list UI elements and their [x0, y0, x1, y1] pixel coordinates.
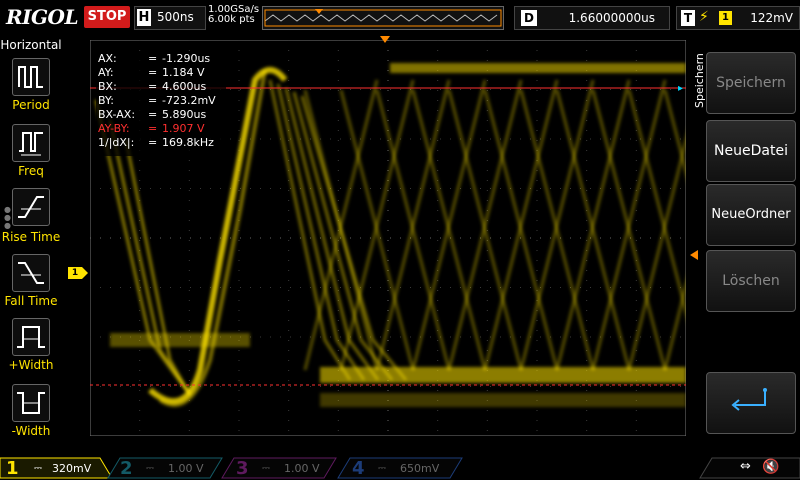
rigol-logo: RIGOL — [6, 5, 79, 29]
trigger-position-marker[interactable] — [380, 36, 390, 43]
channel3-number: 3 — [236, 458, 249, 479]
cursor-by-row: BY: = -723.2mV — [98, 94, 216, 107]
cursor-ax-row: AX: = -1.290us — [98, 52, 211, 65]
trigger-source: 1 — [719, 11, 732, 25]
channel3-coupling-icon: ⎓ — [262, 463, 270, 474]
channel4-scale: 650mV — [400, 462, 440, 475]
cursor-ay-row: AY: = 1.184 V — [98, 66, 205, 79]
run-stop-indicator[interactable]: STOP — [84, 6, 130, 28]
channel4-coupling-icon: ⎓ — [378, 463, 386, 474]
speaker-muted-icon[interactable]: 🔇 — [762, 459, 779, 475]
channel2-number: 2 — [120, 458, 133, 479]
menu-rise-time[interactable]: Rise Time — [0, 230, 62, 244]
menu-freq[interactable]: Freq — [0, 164, 62, 178]
negative-width-icon[interactable] — [12, 384, 50, 422]
channel1-tab[interactable]: 1 ⎓ 320mV — [0, 458, 112, 480]
menu-period[interactable]: Period — [0, 98, 62, 112]
memory-overview[interactable] — [262, 6, 504, 30]
new-file-button[interactable]: NeueDatei — [706, 120, 796, 182]
cursor-bx-row: BX: = 4.600us — [98, 80, 207, 93]
timebase-value: 500ns — [157, 10, 194, 24]
return-arrow-icon — [731, 388, 767, 411]
delete-button[interactable]: Löschen — [706, 250, 796, 312]
new-folder-button[interactable]: NeueOrdner — [706, 184, 796, 246]
menu-positive-width[interactable]: +Width — [0, 358, 62, 372]
right-menu-title: Speichern — [693, 42, 707, 122]
left-menu-title: Horizontal — [0, 38, 62, 52]
channel4-number: 4 — [352, 458, 365, 479]
menu-fall-time[interactable]: Fall Time — [0, 294, 62, 308]
channel1-number: 1 — [6, 458, 19, 479]
trigger-level-marker[interactable] — [690, 250, 698, 260]
trigger-label: T — [681, 10, 695, 26]
trigger-level: 122mV — [750, 11, 793, 25]
cursor-dy-row: AY-BY: = 1.907 V — [98, 122, 205, 135]
timebase-label: H — [137, 9, 151, 26]
memory-depth: 6.00k pts — [208, 14, 255, 25]
channel1-offset-marker[interactable]: 1 — [68, 267, 88, 279]
channel2-tab[interactable]: 2 ⎓ 1.00 V — [116, 458, 216, 480]
rising-edge-icon: ⚡ — [699, 9, 709, 25]
cursor-marker-icon: ▸ — [678, 83, 684, 94]
cursor-freq-row: 1/|dX|: = 169.8kHz — [98, 136, 214, 149]
delay-label: D — [521, 10, 537, 26]
menu-negative-width[interactable]: -Width — [0, 424, 62, 438]
delay-value: 1.66000000us — [568, 11, 655, 25]
rise-time-icon[interactable] — [12, 188, 50, 226]
channel1-coupling-icon: ⎓ — [34, 463, 42, 474]
period-icon[interactable] — [12, 58, 50, 96]
cursor-readout: AX: = -1.290us AY: = 1.184 V BX: = 4.600us BY:… — [96, 52, 226, 156]
acquisition-info: 1.00GSa/s 6.00k pts — [208, 5, 259, 25]
trigger-position-icon — [315, 9, 323, 14]
save-button[interactable]: Speichern — [706, 52, 796, 114]
channel1-scale: 320mV — [52, 462, 92, 475]
channel4-tab[interactable]: 4 ⎓ 650mV — [348, 458, 458, 480]
channel2-coupling-icon: ⎓ — [146, 463, 154, 474]
positive-width-icon[interactable] — [12, 318, 50, 356]
memory-waveform-preview — [264, 9, 502, 27]
freq-icon[interactable] — [12, 124, 50, 162]
timebase-box[interactable]: H 500ns — [134, 6, 206, 30]
channel3-tab[interactable]: 3 ⎓ 1.00 V — [232, 458, 332, 480]
trigger-box[interactable]: T ⚡ 1 122mV — [676, 6, 800, 30]
channel3-scale: 1.00 V — [284, 462, 320, 475]
right-menu-title-text: Speichern — [693, 53, 706, 108]
cursor-dx-row: BX-AX: = 5.890us — [98, 108, 207, 121]
return-button[interactable] — [706, 372, 796, 434]
delay-box[interactable]: D 1.66000000us — [514, 6, 670, 30]
usb-icon: ⇔ — [740, 459, 751, 474]
fall-time-icon[interactable] — [12, 254, 50, 292]
scroll-indicator: ● ● ● — [4, 205, 11, 230]
channel2-scale: 1.00 V — [168, 462, 204, 475]
